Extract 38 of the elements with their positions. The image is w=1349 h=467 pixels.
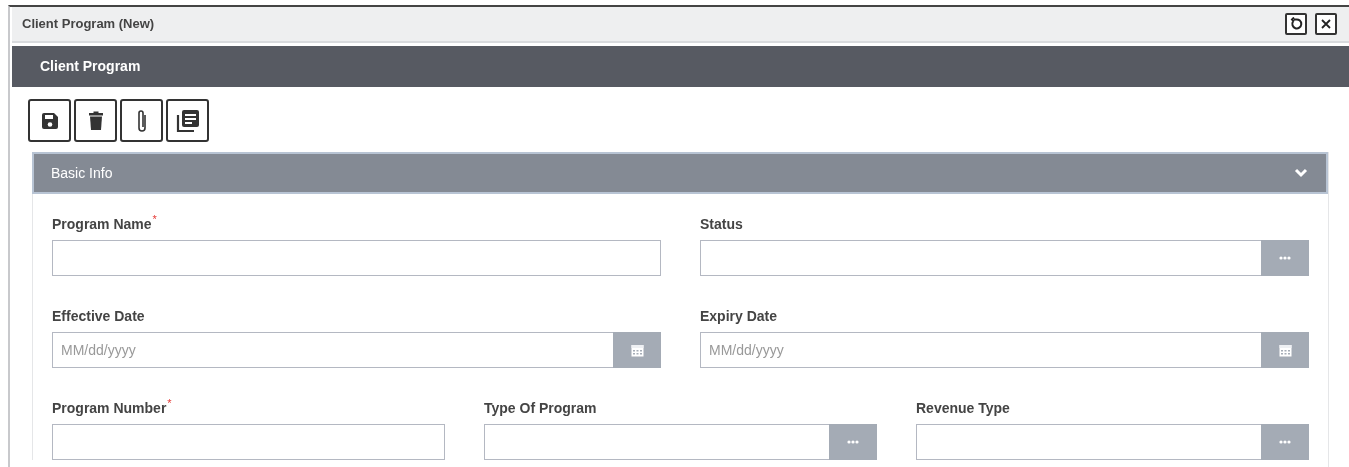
more-icon <box>1279 440 1291 444</box>
required-mark: * <box>167 398 172 409</box>
calendar-icon <box>1278 343 1292 357</box>
lookup-button[interactable] <box>1261 240 1309 276</box>
date-picker-button[interactable] <box>1261 332 1309 368</box>
refresh-icon <box>1289 17 1303 31</box>
text-field[interactable] <box>52 424 445 460</box>
close-button[interactable] <box>1315 13 1337 35</box>
field-label: Program Number <box>52 399 167 416</box>
notes-button[interactable] <box>166 99 209 142</box>
lookup-button[interactable] <box>829 424 877 460</box>
date-picker-button[interactable] <box>613 332 661 368</box>
lookup-button[interactable] <box>1261 424 1309 460</box>
window-title: Client Program (New) <box>22 15 155 34</box>
calendar-icon <box>630 343 644 357</box>
lookup-field[interactable] <box>484 424 877 460</box>
text-field[interactable] <box>52 240 661 276</box>
delete-button[interactable] <box>74 99 117 142</box>
field-label: Effective Date <box>52 307 145 324</box>
field-label: Status <box>700 215 743 232</box>
attach-button[interactable] <box>120 99 163 142</box>
section-header[interactable]: Basic Info <box>32 152 1328 194</box>
close-icon <box>1320 18 1332 30</box>
section-title: Basic Info <box>51 163 113 183</box>
more-icon <box>1279 256 1291 260</box>
required-mark: * <box>152 214 157 225</box>
field-label: Program Name <box>52 215 152 232</box>
field-label: Revenue Type <box>916 399 1010 416</box>
trash-icon <box>87 110 104 131</box>
panel-title: Client Program <box>40 57 141 76</box>
documents-icon <box>175 108 200 133</box>
refresh-button[interactable] <box>1285 13 1307 35</box>
lookup-field[interactable] <box>700 240 1309 276</box>
save-button[interactable] <box>28 99 71 142</box>
lookup-field[interactable] <box>916 424 1309 460</box>
field-label: Type Of Program <box>484 399 597 416</box>
more-icon <box>847 440 859 444</box>
field-label: Expiry Date <box>700 307 778 324</box>
